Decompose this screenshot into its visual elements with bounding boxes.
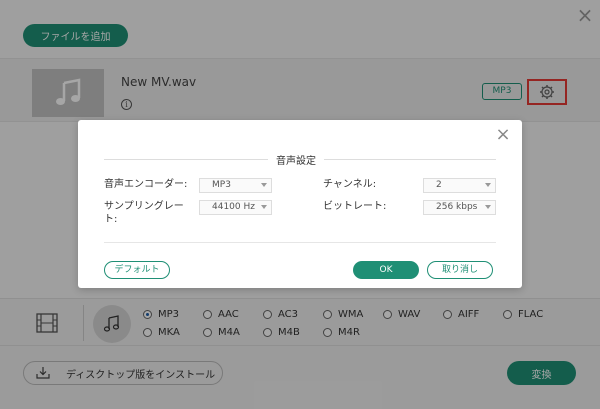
audio-settings-dialog: × 音声設定 音声エンコーダー: MP3 チャンネル: 2 サンプリングレー ト… <box>78 120 522 288</box>
channel-select[interactable]: 2 <box>423 178 496 193</box>
dialog-divider <box>104 242 496 243</box>
samplerate-label: サンプリングレー ト: <box>104 201 184 225</box>
chevron-down-icon <box>485 183 491 187</box>
bitrate-select[interactable]: 256 kbps <box>423 200 496 215</box>
dialog-close-icon[interactable]: × <box>494 126 512 144</box>
output-panel: MP3 AAC AC3 WMA WAV AIFF FLAC MKA M4A M4… <box>0 298 600 409</box>
encoder-label: 音声エンコーダー: <box>104 179 188 190</box>
encoder-select[interactable]: MP3 <box>199 178 272 193</box>
modal-overlay-bottom <box>0 298 600 409</box>
channel-label: チャンネル: <box>323 179 377 190</box>
chevron-down-icon <box>261 205 267 209</box>
default-button[interactable]: デフォルト <box>104 261 170 279</box>
samplerate-select[interactable]: 44100 Hz <box>199 200 272 215</box>
cancel-button[interactable]: 取り消し <box>427 261 493 279</box>
chevron-down-icon <box>485 205 491 209</box>
bitrate-label: ビットレート: <box>323 201 387 212</box>
chevron-down-icon <box>261 183 267 187</box>
dialog-title: 音声設定 <box>268 152 324 167</box>
ok-button[interactable]: OK <box>353 261 419 279</box>
